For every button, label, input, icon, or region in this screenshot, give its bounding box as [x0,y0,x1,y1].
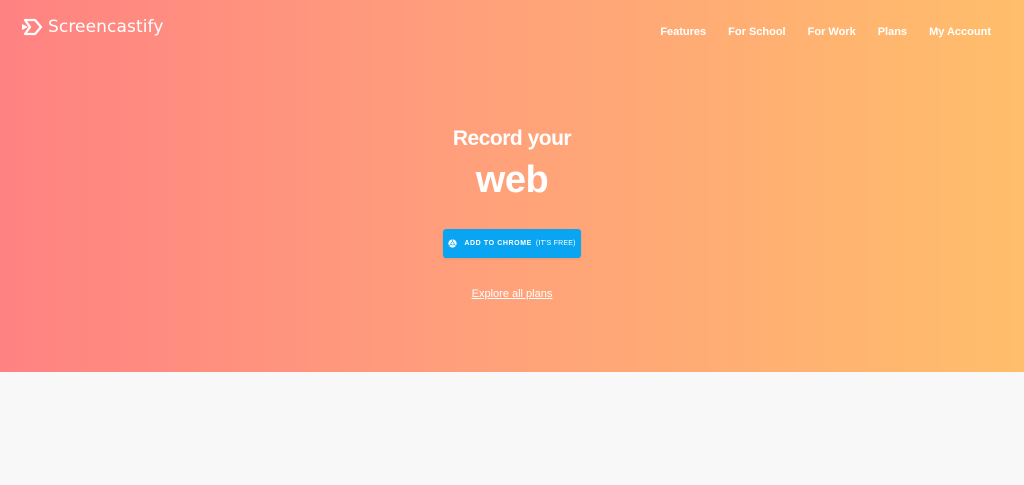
screencastify-logo-icon [22,18,43,36]
nav-link-plans[interactable]: Plans [878,26,907,38]
nav-item: For School [728,22,785,40]
hero-headline-line2: web [475,159,549,201]
add-to-chrome-button[interactable]: ADD TO CHROME (IT'S FREE) [443,229,581,258]
content-section [0,372,1024,485]
nav-link-for-work[interactable]: For Work [808,26,856,38]
brand-logo-link[interactable]: Screencastify [22,16,164,38]
nav-link-my-account[interactable]: My Account [929,26,991,38]
add-to-chrome-sublabel: (IT'S FREE) [535,240,576,247]
nav-link-features[interactable]: Features [660,26,706,38]
brand-logo-text: Screencastify [48,17,164,37]
explore-all-plans-link[interactable]: Explore all plans [472,288,553,300]
nav-item: For Work [808,22,856,40]
nav-list: Features For School For Work Plans My Ac… [660,22,991,40]
nav-item: My Account [929,22,991,40]
hero-headline-line1: Record your [452,127,572,150]
nav-link-for-school[interactable]: For School [728,26,785,38]
add-to-chrome-label: ADD TO CHROME [464,240,532,247]
hero-section: Screencastify Features For School For Wo… [0,0,1024,372]
nav-item: Features [660,22,706,40]
chrome-icon [448,239,457,248]
explore-plans-wrapper: Explore all plans [0,286,1024,301]
nav-item: Plans [878,22,907,40]
